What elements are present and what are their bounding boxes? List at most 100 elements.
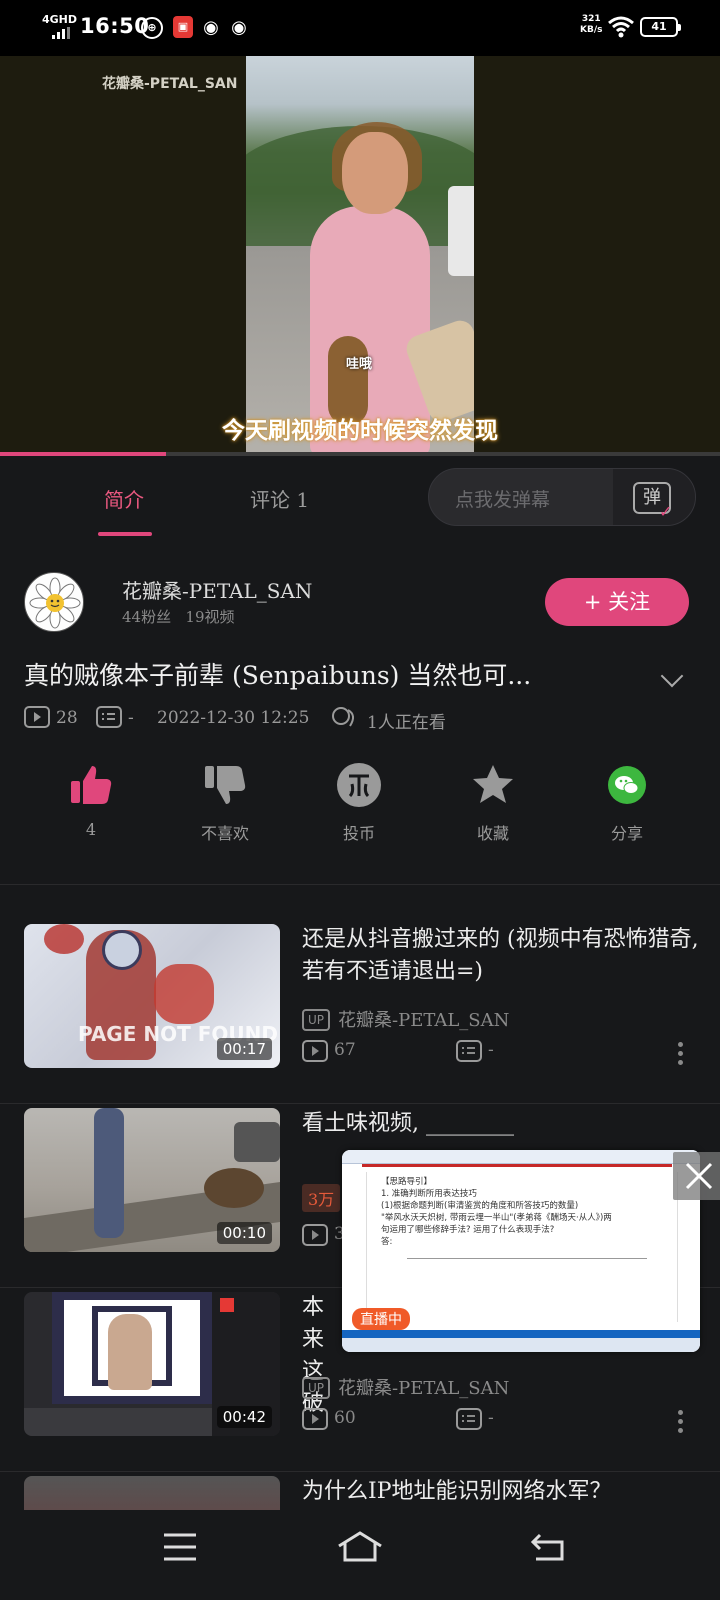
- video-title: 真的贼像本子前辈 (Senpaibuns) 当然也可...: [24, 661, 532, 690]
- danmaku-count-icon: [456, 1408, 482, 1430]
- list-item[interactable]: PAGE NOT FOUND 00:17 还是从抖音搬过来的 (视频中有恐怖猎奇…: [0, 924, 720, 1104]
- danmaku-input[interactable]: 点我发弹幕 弹 ✓: [428, 468, 696, 526]
- list-item-views: 67: [302, 1040, 356, 1062]
- follow-button[interactable]: + 关注: [545, 578, 689, 626]
- doc-line: 句运用了哪些修辞手法? 运用了什么表现手法?: [381, 1225, 555, 1235]
- play-count-icon: [302, 1224, 328, 1246]
- wechat-icon: [608, 766, 646, 804]
- coin-button[interactable]: 投币: [309, 762, 409, 844]
- weibo-icon: ◉: [203, 17, 219, 38]
- dislike-button[interactable]: 不喜欢: [175, 762, 275, 844]
- wifi-icon: [608, 16, 634, 38]
- dislike-label: 不喜欢: [200, 824, 249, 843]
- coin-label: 投币: [342, 824, 375, 843]
- list-item-title[interactable]: 还是从抖音搬过来的 (视频中有恐怖猎奇, 若有不适请退出=): [302, 924, 702, 988]
- system-nav-bar: [0, 1510, 720, 1600]
- active-tab-indicator: [98, 532, 152, 536]
- play-count-icon: [24, 706, 50, 728]
- uploader-name[interactable]: 花瓣桑-PETAL_SAN: [122, 575, 312, 604]
- network-type: 4GHD: [42, 13, 78, 26]
- list-item-danmaku: -: [456, 1408, 494, 1430]
- expand-description-icon[interactable]: [660, 664, 684, 688]
- list-item-views: 3: [302, 1224, 345, 1246]
- signal-bars-icon: [52, 27, 72, 39]
- doc-line: 答:: [381, 1237, 393, 1247]
- live-badge: 直播中: [352, 1308, 410, 1330]
- video-player[interactable]: 花瓣桑-PETAL_SAN 哇哦 今天刷视频的时候突然发现: [0, 56, 720, 456]
- share-label: 分享: [610, 824, 643, 843]
- publish-date: 2022-12-30 12:25: [157, 708, 310, 728]
- app-red-icon: ▣: [173, 16, 193, 38]
- check-icon: ✓: [659, 502, 673, 521]
- play-count-icon: [302, 1040, 328, 1062]
- list-item-uploader: UP 花瓣桑-PETAL_SAN: [302, 1006, 509, 1032]
- uploader-row: 花瓣桑-PETAL_SAN 44粉丝 19视频 + 关注: [0, 560, 720, 646]
- live-doc-header-bar: [362, 1164, 672, 1167]
- live-document: 【思路导引】 1. 准确判断所用表达技巧 (1)根据命题判断(审清鉴赏的角度和所…: [366, 1172, 678, 1322]
- tab-intro[interactable]: 简介: [104, 484, 144, 513]
- up-tag: UP: [302, 1009, 330, 1031]
- list-item-danmaku: -: [456, 1040, 494, 1062]
- share-button[interactable]: 分享: [577, 762, 677, 844]
- avatar[interactable]: [24, 572, 84, 632]
- detail-tabs: 简介 评论 1 点我发弹幕 弹 ✓: [0, 456, 720, 540]
- close-live-button[interactable]: [673, 1152, 720, 1200]
- uploader-stats: 44粉丝 19视频: [122, 606, 235, 627]
- thumbs-up-icon: [71, 766, 112, 804]
- video-duration: 00:10: [216, 1222, 272, 1244]
- play-count-icon: [302, 1408, 328, 1430]
- danmaku-toggle-button[interactable]: 弹 ✓: [613, 469, 695, 525]
- watching-icon: [332, 707, 354, 727]
- list-item-uploader: UP 花瓣桑-PETAL_SAN: [302, 1374, 509, 1400]
- video-count: 19视频: [185, 608, 235, 626]
- answer-line: [407, 1258, 647, 1259]
- danmaku-count-icon: [96, 706, 122, 728]
- item-separator: [0, 1471, 720, 1472]
- doc-line: 1. 准确判断所用表达技巧: [381, 1189, 477, 1199]
- play-count: 28: [56, 708, 78, 728]
- list-item-title[interactable]: 为什么IP地址能识别网络水军？: [302, 1476, 702, 1508]
- watching-count: 1人正在看: [367, 713, 446, 733]
- more-options-icon[interactable]: [678, 1410, 684, 1437]
- follower-count: 44粉丝: [122, 608, 172, 626]
- coin-icon: [337, 763, 381, 807]
- video-thumbnail[interactable]: PAGE NOT FOUND 00:17: [24, 924, 280, 1068]
- star-icon: [473, 765, 513, 803]
- action-bar: 4 不喜欢 投币 收藏 分享: [0, 762, 720, 872]
- live-window-footer: [342, 1330, 700, 1338]
- more-options-icon[interactable]: [678, 1042, 684, 1069]
- item-separator: [0, 1103, 720, 1104]
- clock: 16:50: [80, 14, 150, 38]
- danmaku-count-icon: [456, 1040, 482, 1062]
- list-item-title[interactable]: 本来 这破: [302, 1292, 342, 1420]
- live-mini-player[interactable]: 【思路导引】 1. 准确判断所用表达技巧 (1)根据命题判断(审清鉴赏的角度和所…: [342, 1150, 700, 1352]
- video-thumbnail[interactable]: 00:10: [24, 1108, 280, 1252]
- network-speed: 321 KB/s: [580, 14, 603, 35]
- doc-line: "举风水沃天炽树, 带雨云埋一半山"(孝弟蒋《酬场天·从人》)两: [381, 1213, 612, 1223]
- video-thumbnail[interactable]: 00:42: [24, 1292, 280, 1436]
- section-divider: [0, 884, 720, 885]
- tie-badge-icon: ⊕: [141, 17, 163, 39]
- tab-comments[interactable]: 评论 1: [250, 484, 309, 513]
- weibo-icon: ◉: [231, 17, 247, 38]
- video-frame: [246, 56, 474, 456]
- like-count: 4: [85, 820, 97, 839]
- live-window-taskbar: [342, 1338, 700, 1352]
- video-duration: 00:42: [216, 1406, 272, 1428]
- list-item-views: 60: [302, 1408, 356, 1430]
- favorite-button[interactable]: 收藏: [443, 762, 543, 844]
- back-icon[interactable]: [530, 1532, 566, 1562]
- menu-icon[interactable]: [163, 1532, 197, 1562]
- video-caption-small: 哇哦: [346, 357, 373, 372]
- like-button[interactable]: 4: [41, 762, 141, 839]
- video-duration: 00:17: [216, 1038, 272, 1060]
- home-icon[interactable]: [336, 1530, 384, 1564]
- list-item-title[interactable]: 看土味视频, ________: [302, 1108, 702, 1140]
- status-bar: 4GHD 16:50 ⊕ ▣ ◉ ◉ 321 KB/s 41: [0, 0, 720, 56]
- doc-line: (1)根据命题判断(审清鉴赏的角度和所答技巧的数量): [381, 1201, 579, 1211]
- thumbs-down-icon: [205, 766, 246, 804]
- battery-icon: 41: [640, 17, 681, 37]
- favorite-label: 收藏: [476, 824, 509, 843]
- danmaku-placeholder: 点我发弹幕: [455, 489, 551, 511]
- hot-badge: 3万: [302, 1184, 341, 1212]
